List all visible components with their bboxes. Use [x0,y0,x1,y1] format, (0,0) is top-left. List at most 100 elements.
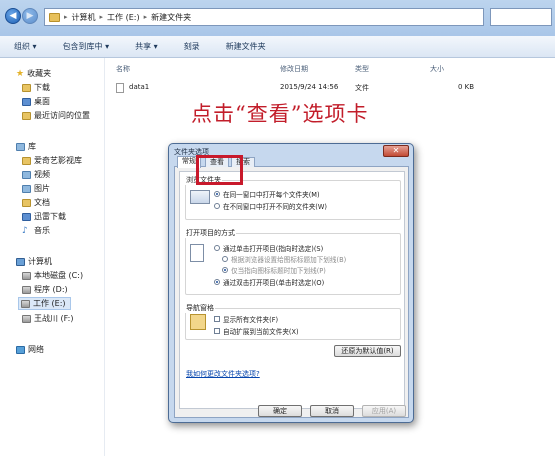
sidebar-item-drive-e[interactable]: 工作 (E:) [18,297,71,310]
file-type: 文件 [355,84,369,92]
restore-defaults-button[interactable]: 还原为默认值(R) [334,345,401,357]
option-label: 在不同窗口中打开不同的文件夹(W) [223,203,327,211]
browse-new-window-option[interactable]: 在不同窗口中打开不同的文件夹(W) [214,201,327,211]
underline-browser-option[interactable]: 根据浏览器设置给图标标题加下划线(B) [222,254,346,264]
sidebar-item-iqiyi[interactable]: 爱奇艺影视库 [22,155,82,166]
radio-disabled [222,256,228,262]
chevron-right-icon: ▸ [143,13,148,21]
sidebar-item-label: 程序 (D:) [34,285,68,294]
download-icon [22,212,31,221]
share-button[interactable]: 共享 ▾ [135,41,158,52]
sidebar-item-videos[interactable]: 视频 [22,169,50,180]
sidebar-item-documents[interactable]: 文档 [22,197,50,208]
file-size: 0 KB [458,83,475,91]
open-items-label: 打开项目的方式 [185,228,236,238]
sidebar-item-thunder[interactable]: 迅雷下载 [22,211,66,222]
checkbox [214,316,220,322]
sidebar-item-label: 音乐 [34,226,50,235]
highlight-box [196,155,243,185]
auto-expand-checkbox[interactable]: 自动扩展到当前文件夹(X) [214,326,299,336]
navigation-pane: ★ 收藏夹 下载 桌面 最近访问的位置 库 爱奇艺影视库 视频 图片 文档 迅雷下… [0,58,105,456]
folder-icon [22,83,31,92]
option-label: 仅当指向图标标题时加下划线(P) [231,267,326,275]
sidebar-favorites[interactable]: ★ 收藏夹 [16,68,51,79]
browse-folders-group [185,180,401,220]
sidebar-item-downloads[interactable]: 下载 [22,82,50,93]
radio-selected [214,279,220,285]
apply-button[interactable]: 应用(A) [362,405,406,417]
navigation-pane-label: 导航窗格 [185,303,215,313]
dialog-body: 常规 查看 搜索 浏览文件夹 在同一窗口中打开每个文件夹(M) 在不同窗口中打开… [174,156,409,418]
sidebar-item-label: 桌面 [34,97,50,106]
forward-button[interactable]: ▶ [22,8,38,24]
breadcrumb-computer[interactable]: 计算机 [72,12,96,23]
option-label: 通过双击打开项目(单击时选定)(O) [223,279,325,287]
sidebar-item-label: 下载 [34,83,50,92]
instruction-annotation: 点击“查看”选项卡 [191,102,369,126]
radio-unselected [214,245,220,251]
sidebar-item-drive-c[interactable]: 本地磁盘 (C:) [22,270,83,281]
include-in-library-button[interactable]: 包含到库中 ▾ [63,41,110,52]
column-header-type[interactable]: 类型 [355,64,369,74]
underline-on-point-option[interactable]: 仅当指向图标标题时加下划线(P) [222,265,326,275]
drive-icon [22,285,31,294]
sidebar-item-label: 文档 [34,198,50,207]
sidebar-item-pictures[interactable]: 图片 [22,183,50,194]
breadcrumb-folder[interactable]: 新建文件夹 [151,12,191,23]
title-bar: ◀ ▶ ▸ 计算机 ▸ 工作 (E:) ▸ 新建文件夹 [0,0,555,36]
column-header-name[interactable]: 名称 [116,64,130,74]
column-header-size[interactable]: 大小 [430,64,444,74]
file-modified: 2015/9/24 14:56 [280,83,339,91]
double-click-option[interactable]: 通过双击打开项目(单击时选定)(O) [214,277,324,287]
sidebar-item-label: 迅雷下载 [34,212,66,221]
cancel-button[interactable]: 取消 [310,405,354,417]
sidebar-computer[interactable]: 计算机 [16,256,52,267]
sidebar-item-label: 王战川 (F:) [34,314,74,323]
organize-button[interactable]: 组织 ▾ [14,41,37,52]
sidebar-item-label: 最近访问的位置 [34,111,90,120]
desktop-icon [22,97,31,106]
document-icon [22,198,31,207]
address-bar[interactable]: ▸ 计算机 ▸ 工作 (E:) ▸ 新建文件夹 [44,8,484,26]
search-input[interactable] [490,8,552,26]
sidebar-network[interactable]: 网络 [16,344,44,355]
sidebar-item-drive-f[interactable]: 王战川 (F:) [22,313,73,324]
network-icon [16,345,25,354]
help-link[interactable]: 我如何更改文件夹选项? [186,369,260,379]
browse-same-window-option[interactable]: 在同一窗口中打开每个文件夹(M) [214,189,320,199]
column-header-modified[interactable]: 修改日期 [280,64,308,74]
computer-icon [16,257,25,266]
radio-disabled [222,267,228,273]
option-label: 自动扩展到当前文件夹(X) [223,328,299,336]
command-bar: 组织 ▾ 包含到库中 ▾ 共享 ▾ 刻录 新建文件夹 [0,36,555,58]
music-icon: ♪ [22,225,28,236]
new-folder-button[interactable]: 新建文件夹 [226,41,266,52]
general-tab-panel: 浏览文件夹 在同一窗口中打开每个文件夹(M) 在不同窗口中打开不同的文件夹(W)… [179,171,405,409]
star-icon: ★ [16,68,25,79]
checkbox [214,328,220,334]
recent-places-icon [22,111,31,120]
back-button[interactable]: ◀ [5,8,21,24]
sidebar-libraries[interactable]: 库 [16,141,36,152]
ok-button[interactable]: 确定 [258,405,302,417]
video-icon [22,170,31,179]
sidebar-item-desktop[interactable]: 桌面 [22,96,50,107]
library-icon [16,142,25,151]
option-label: 显示所有文件夹(F) [223,316,279,324]
breadcrumb-drive[interactable]: 工作 (E:) [107,12,140,23]
folder-icon [22,156,31,165]
chevron-right-icon: ▸ [99,13,104,21]
drive-icon [22,314,31,323]
picture-icon [22,184,31,193]
sidebar-item-music[interactable]: ♪ 音乐 [22,225,50,236]
close-button[interactable]: ✕ [383,145,409,157]
option-label: 通过单击打开项目(指向时选定)(S) [223,245,324,253]
sidebar-item-drive-d[interactable]: 程序 (D:) [22,284,68,295]
sidebar-item-recent[interactable]: 最近访问的位置 [22,110,90,121]
drive-icon [22,271,31,280]
single-click-option[interactable]: 通过单击打开项目(指向时选定)(S) [214,243,323,253]
show-all-folders-checkbox[interactable]: 显示所有文件夹(F) [214,314,278,324]
burn-button[interactable]: 刻录 [184,41,200,52]
file-row[interactable]: data1 2015/9/24 14:56 文件 0 KB [116,82,546,94]
radio-unselected [214,203,220,209]
